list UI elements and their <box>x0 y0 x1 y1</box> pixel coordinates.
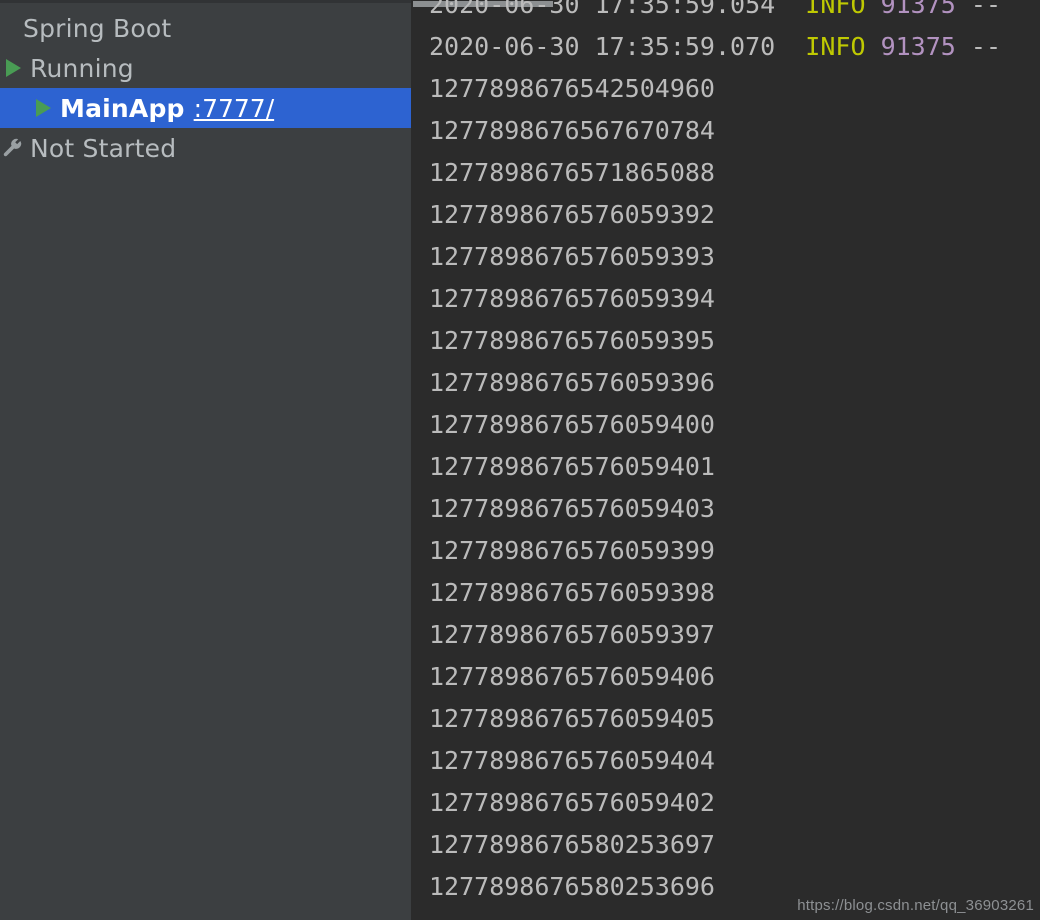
console-line: 1277898676576059402 <box>429 782 1040 824</box>
sidebar-top-divider <box>0 0 411 3</box>
console-line: 1277898676576059398 <box>429 572 1040 614</box>
console-id-value: 1277898676576059406 <box>429 662 715 691</box>
tree-item-label: Running <box>30 53 134 83</box>
console-line: 1277898676576059400 <box>429 404 1040 446</box>
console-line: 1277898676580253697 <box>429 824 1040 866</box>
console-line: 1277898676567670784 <box>429 110 1040 152</box>
console-id-value: 1277898676576059402 <box>429 788 715 817</box>
app-url-link[interactable]: :7777/ <box>194 94 274 123</box>
console-id-value: 1277898676576059398 <box>429 578 715 607</box>
console-id-value: 1277898676576059396 <box>429 368 715 397</box>
tree-item-label: MainApp <box>60 93 185 123</box>
log-timestamp: 2020-06-30 17:35:59.054 <box>429 0 776 19</box>
console-id-value: 1277898676576059403 <box>429 494 715 523</box>
log-pid: 91375 <box>880 0 956 19</box>
console-id-value: 1277898676576059395 <box>429 326 715 355</box>
console-line: 1277898676576059405 <box>429 698 1040 740</box>
log-level: INFO <box>805 32 866 61</box>
tree-item-mainapp[interactable]: MainApp :7777/ <box>0 88 411 128</box>
wrench-icon <box>0 135 26 161</box>
console-id-value: 1277898676542504960 <box>429 74 715 103</box>
console-line: 1277898676576059399 <box>429 530 1040 572</box>
console-line: 1277898676542504960 <box>429 68 1040 110</box>
tree-item-spring-boot[interactable]: Spring Boot <box>0 8 411 48</box>
log-level: INFO <box>805 0 866 19</box>
console-line: 1277898676576059404 <box>429 740 1040 782</box>
console-id-value: 1277898676576059393 <box>429 242 715 271</box>
console-line: 1277898676576059401 <box>429 446 1040 488</box>
console-id-value: 1277898676576059400 <box>429 410 715 439</box>
console-line: 1277898676571865088 <box>429 152 1040 194</box>
log-separator: -- <box>970 0 1002 19</box>
console-id-value: 1277898676576059405 <box>429 704 715 733</box>
console-id-value: 1277898676576059397 <box>429 620 715 649</box>
watermark-url: https://blog.csdn.net/qq_36903261 <box>797 897 1034 914</box>
tree-item-not-started[interactable]: Not Started <box>0 128 411 168</box>
ide-window: Spring Boot Running MainApp :7777/Not Start… <box>0 0 1040 920</box>
console-line: 1277898676576059397 <box>429 614 1040 656</box>
tree-item-label: Spring Boot <box>23 13 172 43</box>
console-line: 1277898676576059406 <box>429 656 1040 698</box>
tree-item-running[interactable]: Running <box>0 48 411 88</box>
console-id-value: 1277898676576059392 <box>429 200 715 229</box>
spring-boot-tree: Spring Boot Running MainApp :7777/Not Start… <box>0 8 411 168</box>
run-console-panel: 2020-06-30 17:35:59.054 INFO 91375 -- 202… <box>411 0 1040 920</box>
services-sidebar: Spring Boot Running MainApp :7777/Not Start… <box>0 0 411 920</box>
console-line: 1277898676576059403 <box>429 488 1040 530</box>
run-green-triangle-icon <box>0 55 26 81</box>
console-line: 1277898676576059392 <box>429 194 1040 236</box>
console-line: 1277898676576059395 <box>429 320 1040 362</box>
tree-item-label: Not Started <box>30 133 177 163</box>
console-line: 1277898676576059396 <box>429 362 1040 404</box>
log-pid: 91375 <box>880 32 956 61</box>
console-line: 2020-06-30 17:35:59.070 INFO 91375 -- <box>429 26 1040 68</box>
console-line: 2020-06-30 17:35:59.054 INFO 91375 -- <box>429 0 1040 26</box>
console-id-value: 1277898676576059404 <box>429 746 715 775</box>
console-id-value: 1277898676580253697 <box>429 830 715 859</box>
run-green-triangle-icon <box>30 95 56 121</box>
console-id-value: 1277898676571865088 <box>429 158 715 187</box>
console-id-value: 1277898676576059394 <box>429 284 715 313</box>
log-timestamp: 2020-06-30 17:35:59.070 <box>429 32 776 61</box>
console-id-value: 1277898676580253696 <box>429 872 715 901</box>
console-line: 1277898676576059394 <box>429 278 1040 320</box>
tree-icon-spacer <box>0 15 19 41</box>
console-id-value: 1277898676567670784 <box>429 116 715 145</box>
console-id-value: 1277898676576059399 <box>429 536 715 565</box>
console-line: 1277898676576059393 <box>429 236 1040 278</box>
console-output[interactable]: 2020-06-30 17:35:59.054 INFO 91375 -- 202… <box>429 0 1040 908</box>
log-separator: -- <box>970 32 1002 61</box>
console-id-value: 1277898676576059401 <box>429 452 715 481</box>
